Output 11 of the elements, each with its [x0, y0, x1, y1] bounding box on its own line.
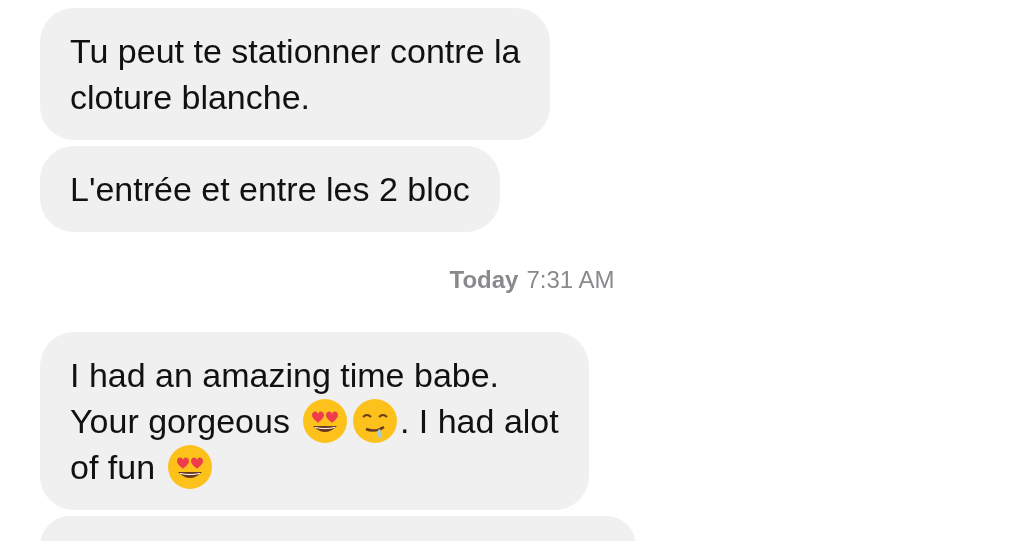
message-text: of fun [70, 447, 156, 488]
timestamp-day: Today [449, 266, 519, 293]
message-text: Your gorgeous [70, 401, 290, 442]
heart-eyes-face-icon [167, 444, 214, 490]
timestamp-time: 7:31 AM [526, 266, 615, 293]
message-text: . I had alot [399, 401, 559, 442]
message-bubble: L'entrée et entre les 2 bloc [40, 146, 500, 232]
heart-eyes-face-icon [301, 398, 348, 444]
message-text: I had an amazing time babe. [70, 355, 500, 396]
drooling-face-icon [351, 398, 398, 444]
message-bubble: Tu peut te stationner contre la cloture blanche. [40, 8, 551, 140]
